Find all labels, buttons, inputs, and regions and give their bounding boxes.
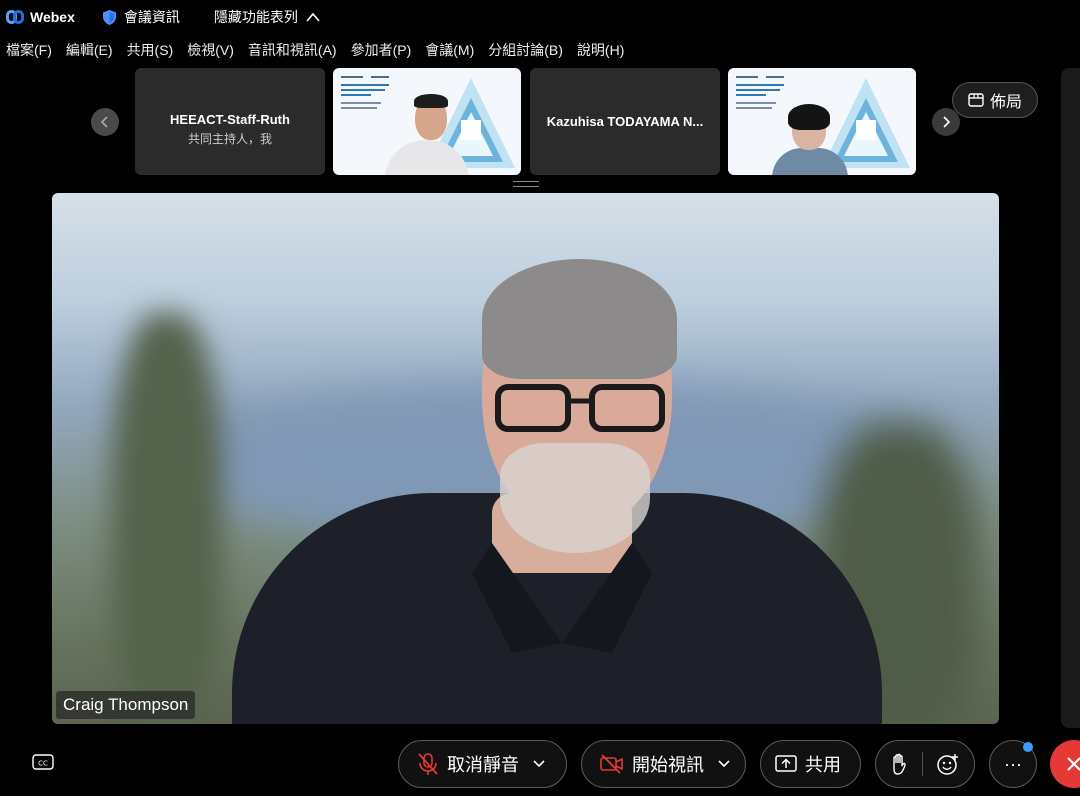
- menu-view[interactable]: 檢視(V): [180, 40, 241, 60]
- start-video-label: 開始視訊: [632, 755, 704, 775]
- active-speaker-video: Craig Thompson: [52, 193, 999, 724]
- more-icon: ···: [1004, 753, 1022, 774]
- hide-menu-bar-button[interactable]: 隱藏功能表列: [214, 7, 320, 27]
- unmute-button[interactable]: 取消靜音: [398, 740, 567, 788]
- filmstrip-resize-handle[interactable]: [513, 181, 539, 187]
- participant-hair: [788, 104, 830, 130]
- speaker-glasses: [495, 384, 665, 432]
- participant-tile-kazuhisa[interactable]: Kazuhisa TODAYAMA N...: [530, 68, 720, 175]
- chevron-left-icon: [100, 116, 108, 128]
- speaker-name-label: Craig Thompson: [56, 691, 196, 719]
- menu-bar: 檔案(F) 編輯(E) 共用(S) 檢視(V) 音訊和視訊(A) 參加者(P) …: [0, 38, 631, 62]
- notification-dot: [1023, 742, 1033, 752]
- chevron-up-icon: [306, 12, 320, 22]
- hide-menu-label: 隱藏功能表列: [213, 9, 298, 25]
- close-icon: [1067, 757, 1080, 771]
- speaker-hair: [482, 259, 677, 379]
- participant-role: 共同主持人，我: [187, 132, 272, 146]
- participant-name: Kazuhisa TODAYAMA N...: [546, 114, 704, 129]
- menu-share[interactable]: 共用(S): [120, 40, 181, 60]
- menu-help[interactable]: 說明(H): [570, 40, 631, 60]
- menu-breakout[interactable]: 分組討論(B): [481, 40, 570, 60]
- menu-participants[interactable]: 參加者(P): [344, 40, 419, 60]
- participant-tile-ruth[interactable]: HEEACT-Staff-Ruth 共同主持人，我: [135, 68, 325, 175]
- share-button[interactable]: 共用: [760, 740, 861, 788]
- microphone-muted-icon: [418, 753, 438, 775]
- divider: [922, 752, 923, 776]
- meeting-info-button[interactable]: 會議資訊: [102, 7, 180, 27]
- leave-meeting-button[interactable]: [1050, 740, 1080, 788]
- webex-logo-icon: [6, 10, 24, 24]
- unmute-label: 取消靜音: [447, 755, 519, 775]
- chevron-down-icon[interactable]: [533, 760, 545, 768]
- side-panel-edge[interactable]: [1061, 68, 1080, 728]
- speaker-beard: [500, 443, 650, 553]
- menu-meeting[interactable]: 會議(M): [418, 40, 481, 60]
- chevron-down-icon[interactable]: [718, 760, 730, 768]
- background-tree: [112, 313, 222, 724]
- title-bar: Webex 會議資訊 隱藏功能表列: [0, 0, 1080, 34]
- menu-audio-video[interactable]: 音訊和視訊(A): [241, 40, 344, 60]
- layout-button[interactable]: 佈局: [952, 82, 1038, 118]
- menu-file[interactable]: 檔案(F): [0, 40, 59, 60]
- shield-icon: [102, 9, 116, 25]
- speaker-collar: [472, 543, 652, 653]
- svg-text:CC: CC: [38, 760, 48, 768]
- layout-label: 佈局: [989, 94, 1022, 111]
- app-logo: Webex: [6, 9, 75, 25]
- start-video-button[interactable]: 開始視訊: [581, 740, 746, 788]
- chevron-right-icon: [943, 116, 951, 128]
- layout-icon: [968, 93, 984, 107]
- share-label: 共用: [805, 755, 841, 775]
- app-title: Webex: [30, 9, 75, 25]
- participant-tile-video-1[interactable]: [333, 68, 521, 175]
- closed-captions-icon: CC: [32, 754, 54, 770]
- participant-tile-video-2[interactable]: [728, 68, 916, 175]
- participant-name: HEEACT-Staff-Ruth: [170, 112, 290, 127]
- meeting-info-label: 會議資訊: [123, 9, 180, 25]
- participant-hair: [414, 94, 448, 108]
- raise-hand-icon[interactable]: [890, 753, 908, 775]
- reactions-icon[interactable]: [937, 753, 959, 775]
- video-off-icon: [600, 754, 623, 774]
- reactions-group: [875, 740, 975, 788]
- closed-captions-button[interactable]: CC: [32, 754, 54, 772]
- slide-text-lines: [341, 76, 389, 109]
- menu-edit[interactable]: 編輯(E): [59, 40, 120, 60]
- filmstrip-prev-button[interactable]: [91, 108, 119, 136]
- share-screen-icon: [775, 755, 797, 772]
